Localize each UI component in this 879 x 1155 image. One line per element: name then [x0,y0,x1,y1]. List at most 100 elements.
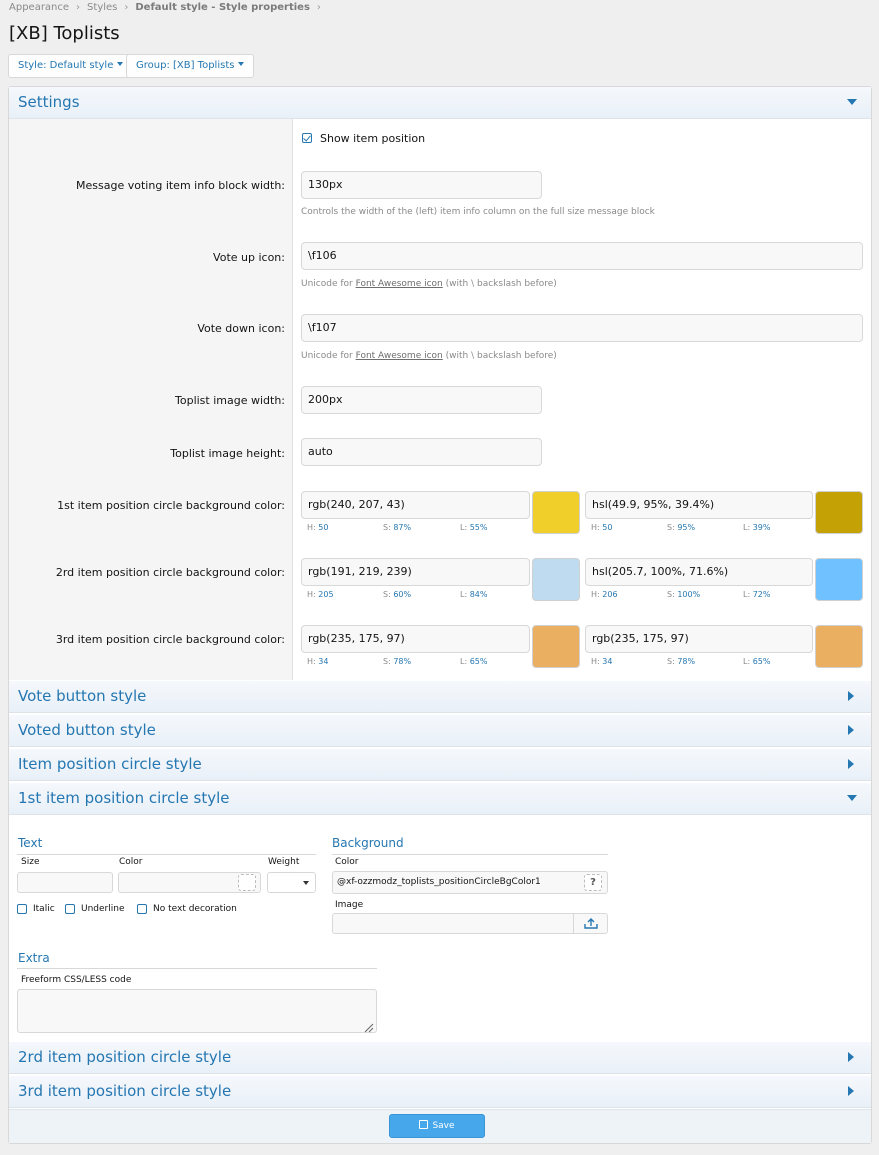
hsl-s: S: 78% [383,657,411,666]
color3-swatch[interactable] [532,625,580,668]
hsl-l: L: 65% [743,657,770,666]
color-picker-icon[interactable] [238,874,256,891]
hsl-label: H: [307,590,316,599]
color2-computed-input[interactable]: hsl(205.7, 100%, 71.6%) [585,558,813,586]
color1-swatch[interactable] [532,491,580,534]
hsl-h: H: 50 [307,523,328,532]
image-height-input[interactable]: auto [301,438,542,466]
hsl-value: 34 [602,657,613,666]
chevron-down-icon [117,62,124,66]
color3-label: 3rd item position circle background colo… [55,633,285,646]
hsl-value: 50 [602,523,613,532]
css-label: Freeform CSS/LESS code [21,975,132,985]
chevron-down-icon [303,881,309,885]
underline-label: Underline [81,904,125,914]
show-item-position-label: Show item position [320,132,426,145]
section-title: 1st item position circle style [18,789,230,807]
section-title: Settings [18,93,80,111]
hsl-label: L: [743,657,751,666]
extra-group-header: Extra [18,951,50,965]
expand-icon [848,1086,854,1096]
hsl-s: S: 87% [383,523,411,532]
hsl-value: 60% [393,590,412,599]
hsl-label: H: [307,657,316,666]
hsl-s: S: 78% [667,657,695,666]
expand-icon [848,725,854,735]
font-weight-select[interactable] [267,872,316,893]
group-selector-button[interactable]: Group: [XB] Toplists [126,54,255,78]
chevron-down-icon [238,62,245,66]
vote-up-input[interactable]: \f106 [301,242,863,270]
hsl-label: S: [667,590,675,599]
color1-computed-swatch[interactable] [815,491,863,534]
color1-input[interactable]: rgb(240, 207, 43) [301,491,530,519]
vote-down-input[interactable]: \f107 [301,314,863,342]
color1-label: 1st item position circle background colo… [57,499,285,512]
hsl-s: S: 95% [667,523,695,532]
color3-computed-swatch[interactable] [815,625,863,668]
group-selector-label: Group: [XB] Toplists [136,60,235,71]
show-item-position-checkbox[interactable] [302,133,312,143]
section-header-item-circle[interactable]: Item position circle style [9,749,871,781]
hsl-value: 39% [752,523,771,532]
section-header-settings[interactable]: Settings [9,87,871,119]
page-title: [XB] Toplists [9,23,120,44]
hsl-value: 84% [469,590,488,599]
color3-computed-input[interactable]: rgb(235, 175, 97) [585,625,813,653]
bg-color-input[interactable]: @xf-ozzmodz_toplists_positionCircleBgCol… [332,871,608,894]
css-textarea[interactable] [17,989,377,1033]
resize-handle-icon[interactable] [362,1018,374,1033]
hsl-value: 78% [393,657,412,666]
hsl-l: L: 39% [743,523,770,532]
color3-input[interactable]: rgb(235, 175, 97) [301,625,530,653]
style-selector-button[interactable]: Style: Default style [8,54,134,78]
hsl-value: 87% [393,523,412,532]
underline-checkbox[interactable] [65,904,75,914]
upload-icon[interactable] [573,914,607,933]
bg-color-label: Color [335,857,359,867]
color2-swatch[interactable] [532,558,580,601]
hsl-value: 65% [752,657,771,666]
info-width-hint: Controls the width of the (left) item in… [301,207,655,217]
section-header-second-circle[interactable]: 2rd item position circle style [9,1042,871,1074]
image-width-input[interactable]: 200px [301,386,542,414]
breadcrumb-current[interactable]: Default style - Style properties [135,2,310,13]
color2-computed-swatch[interactable] [815,558,863,601]
hsl-h: H: 206 [591,590,618,599]
color2-input[interactable]: rgb(191, 219, 239) [301,558,530,586]
info-width-input[interactable]: 130px [301,171,542,199]
breadcrumb-appearance[interactable]: Appearance [9,2,69,13]
hsl-label: H: [591,590,600,599]
breadcrumb-styles[interactable]: Styles [87,2,117,13]
hsl-value: 65% [469,657,488,666]
section-header-first-circle[interactable]: 1st item position circle style [9,783,871,815]
divider [17,968,377,969]
section-header-vote-button[interactable]: Vote button style [9,681,871,713]
image-label: Image [335,900,364,910]
save-button[interactable]: Save [389,1114,485,1138]
italic-checkbox[interactable] [17,904,27,914]
vote-up-label: Vote up icon: [213,251,285,264]
section-title: Item position circle style [18,755,202,773]
breadcrumb: Appearance › Styles › Default style - Style … [9,2,328,13]
section-header-third-circle[interactable]: 3rd item position circle style [9,1076,871,1108]
bg-image-input[interactable] [332,913,608,934]
hsl-l: L: 65% [460,657,487,666]
save-icon [419,1120,429,1129]
divider [17,854,316,855]
breadcrumb-separator-icon: › [76,2,81,13]
hsl-value: 78% [677,657,696,666]
save-label: Save [432,1121,455,1131]
no-decoration-checkbox[interactable] [137,904,147,914]
font-awesome-link[interactable]: Font Awesome icon [356,279,443,289]
hsl-label: S: [383,657,391,666]
hsl-value: 95% [677,523,696,532]
hsl-label: H: [307,523,316,532]
help-icon[interactable]: ? [584,874,602,891]
hint-text: Unicode for [301,279,356,289]
section-header-voted-button[interactable]: Voted button style [9,715,871,747]
font-size-input[interactable] [17,872,113,893]
color1-computed-input[interactable]: hsl(49.9, 95%, 39.4%) [585,491,813,519]
expand-icon [848,691,854,701]
font-awesome-link[interactable]: Font Awesome icon [356,351,443,361]
